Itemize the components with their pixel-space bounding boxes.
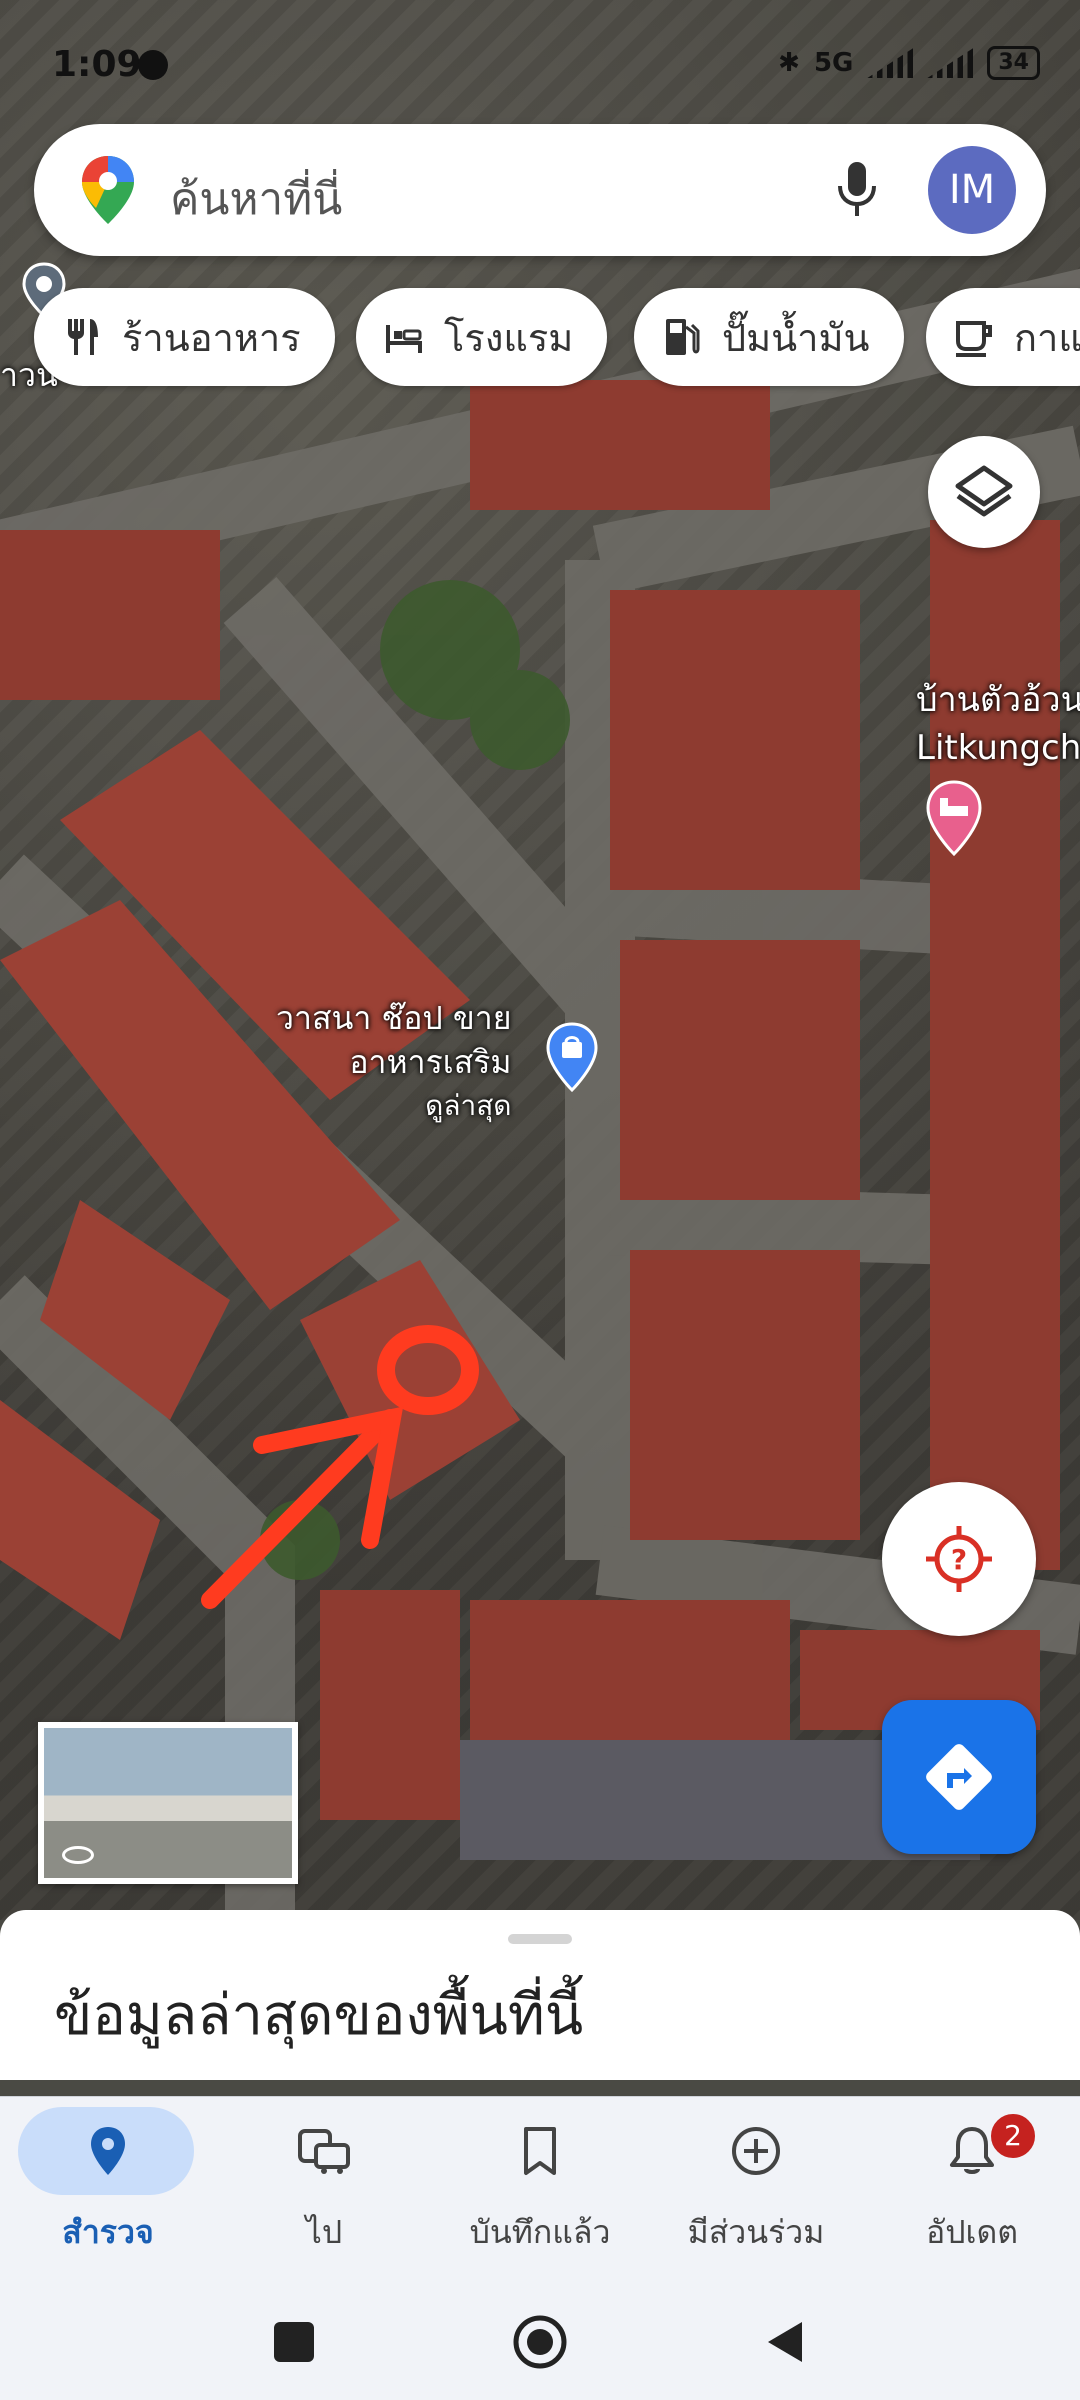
status-icons: ✱ 5G 34 (778, 46, 1040, 80)
hotel-icon (386, 325, 422, 353)
hotel-pin-icon[interactable] (926, 780, 982, 856)
account-avatar[interactable]: IM (928, 146, 1016, 234)
street-view-thumbnail[interactable] (38, 1722, 298, 1884)
chip-hotels[interactable]: โรงแรม (356, 288, 608, 386)
svg-text:?: ? (951, 1543, 967, 1576)
back-icon[interactable] (762, 2318, 806, 2366)
status-time: 1:09 (52, 44, 142, 85)
chip-gas-label: ปั๊มน้ำมัน (722, 315, 870, 360)
nav-explore[interactable]: สำรวจ (0, 2097, 216, 2287)
chip-restaurants[interactable]: ร้านอาหาร (34, 288, 335, 386)
add-circle-icon (732, 2127, 780, 2175)
chip-hotels-label: โรงแรม (444, 315, 574, 360)
coffee-icon (956, 321, 992, 357)
notification-badge: 2 (988, 2111, 1038, 2161)
poi-hotel-name-line2: Litkungch (916, 728, 1080, 768)
signal-icon (867, 48, 914, 78)
commute-icon (298, 2129, 350, 2174)
layers-icon (955, 465, 1013, 517)
mic-icon[interactable] (834, 158, 880, 222)
bottom-navigation: สำรวจ ไป บันทึกแล้ว มีส่วนร่วม 2 อัปเดต (0, 2096, 1080, 2287)
home-icon[interactable] (512, 2314, 568, 2370)
rotate-360-icon (62, 1846, 94, 1864)
directions-icon (926, 1744, 992, 1810)
poi-shop-name-line2: อาหารเสริม (349, 1043, 512, 1081)
nav-contribute[interactable]: มีส่วนร่วม (648, 2097, 864, 2287)
my-location-button[interactable]: ? (882, 1482, 1036, 1636)
location-unknown-icon: ? (926, 1526, 992, 1592)
nav-saved-label: บันทึกแล้ว (469, 2213, 611, 2251)
bottom-sheet[interactable]: ข้อมูลล่าสุดของพื้นที่นี้ (0, 1910, 1080, 2080)
poi-hotel-name-line1: บ้านตัวอ้วน (916, 680, 1080, 720)
sheet-drag-handle[interactable] (508, 1934, 572, 1944)
nav-explore-label: สำรวจ (62, 2213, 154, 2251)
restaurant-icon (68, 319, 98, 355)
nav-saved[interactable]: บันทึกแล้ว (432, 2097, 648, 2287)
poi-shop-name-line1: วาสนา ช๊อป ขาย (276, 999, 512, 1037)
chip-restaurants-label: ร้านอาหาร (122, 315, 301, 360)
sheet-title: ข้อมูลล่าสุดของพื้นที่นี้ (54, 1983, 584, 2048)
nav-go[interactable]: ไป (216, 2097, 432, 2287)
search-input[interactable]: ค้นหาที่นี่ (170, 164, 342, 234)
nav-contribute-label: มีส่วนร่วม (687, 2213, 825, 2251)
nav-go-label: ไป (305, 2213, 343, 2251)
network-type: 5G (813, 48, 854, 78)
bluetooth-icon: ✱ (778, 48, 800, 78)
system-navigation-bar (0, 2286, 1080, 2400)
shopping-bag-pin-icon[interactable] (546, 1022, 598, 1092)
signal-2-icon (927, 48, 974, 78)
gas-station-icon (666, 319, 700, 355)
recents-icon[interactable] (274, 2322, 314, 2362)
directions-button[interactable] (882, 1700, 1036, 1854)
poi-shop-label[interactable]: วาสนา ช๊อป ขาย อาหารเสริม ดูล่าสุด (276, 996, 512, 1128)
status-bar: 1:09 ✱ 5G 34 (0, 0, 1080, 120)
nav-updates[interactable]: 2 อัปเดต (864, 2097, 1080, 2287)
battery-level: 34 (987, 46, 1040, 80)
chip-coffee-label: กาแ (1014, 315, 1080, 360)
explore-pin-icon (91, 2127, 125, 2175)
google-maps-logo-icon (78, 154, 138, 226)
poi-hotel-label[interactable]: บ้านตัวอ้วน Litkungch (916, 676, 1080, 772)
chip-gas[interactable]: ปั๊มน้ำมัน (634, 288, 904, 386)
chip-coffee[interactable]: กาแ (926, 288, 1080, 386)
nav-updates-label: อัปเดต (925, 2213, 1019, 2251)
search-bar[interactable]: ค้นหาที่นี่ IM (34, 124, 1046, 256)
bookmark-icon (524, 2127, 556, 2175)
layers-button[interactable] (928, 436, 1040, 548)
poi-shop-subtitle: ดูล่าสุด (425, 1089, 512, 1122)
messenger-icon (138, 50, 168, 80)
